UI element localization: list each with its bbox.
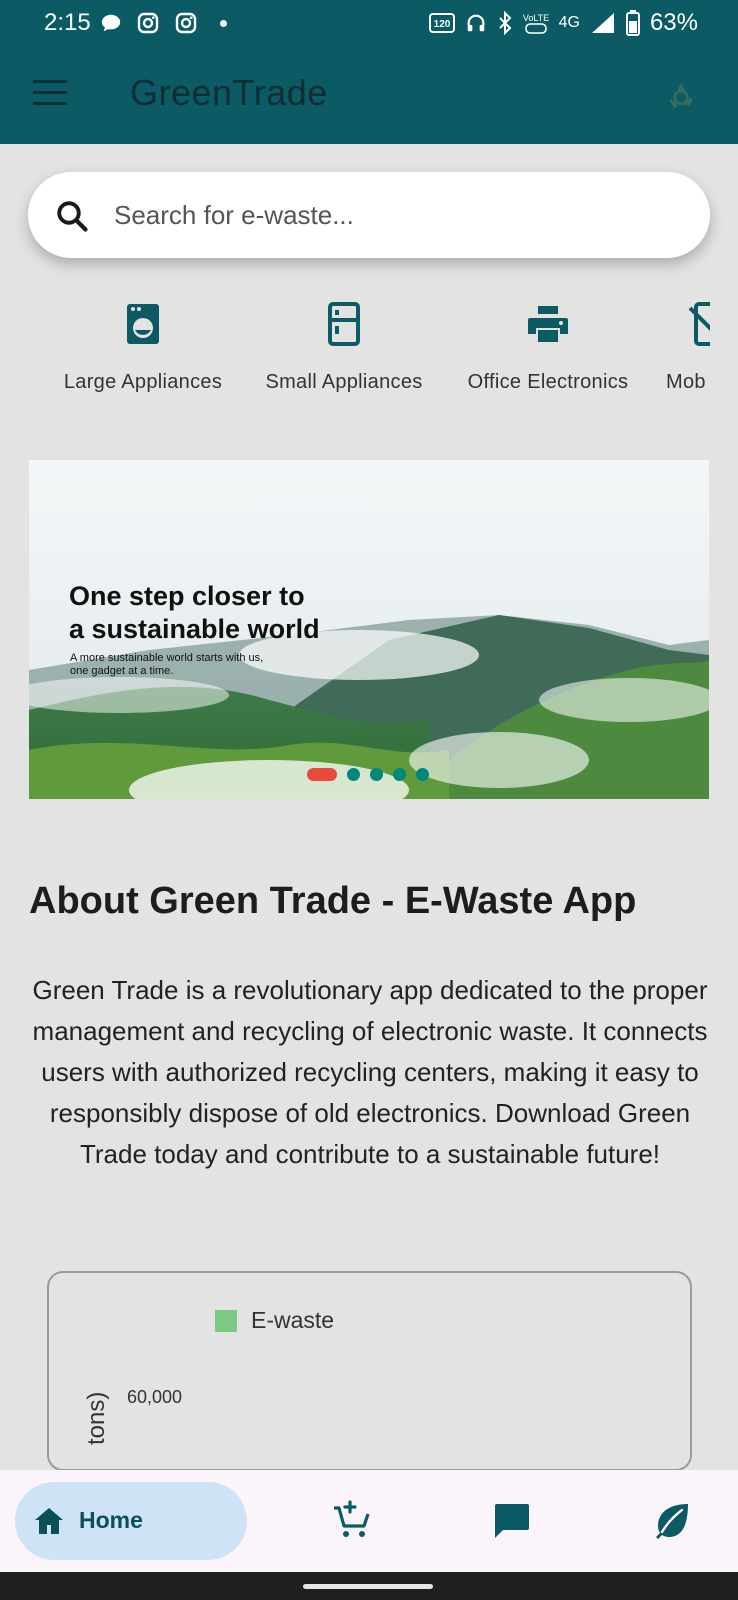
legend-label: E-waste	[251, 1307, 335, 1333]
banner-heading-line: One step closer to	[69, 581, 305, 611]
leaf-icon[interactable]	[650, 1498, 694, 1542]
banner-heading: One step closer to a sustainable world	[69, 580, 399, 646]
refresh-rate-icon: 120	[428, 13, 455, 33]
nav-home-label: Home	[79, 1507, 143, 1533]
instagram-icon	[137, 12, 159, 34]
battery-icon	[625, 10, 640, 36]
recycle-icon[interactable]	[664, 79, 698, 113]
nav-home[interactable]: Home	[15, 1482, 247, 1560]
banner-subtext-line: one gadget at a time.	[70, 665, 174, 677]
carousel-dot[interactable]	[347, 768, 360, 781]
about-description: Green Trade is a revolutionary app dedic…	[32, 975, 708, 1169]
bluetooth-icon	[498, 11, 512, 35]
gesture-area	[0, 1572, 738, 1600]
y-tick-label: 60,000	[127, 1387, 183, 1407]
search-input[interactable]	[114, 192, 674, 238]
carousel-dot-active[interactable]	[307, 768, 337, 781]
category-row: Large Appliances Small Appliances Office…	[0, 300, 710, 410]
dot-icon	[220, 19, 227, 27]
app-bar: GreenTrade	[0, 46, 738, 144]
legend-swatch	[215, 1310, 237, 1332]
carousel-indicator	[307, 768, 429, 781]
category-label: Large Appliances	[63, 371, 223, 393]
instagram-icon	[175, 12, 197, 34]
search-icon	[57, 201, 88, 232]
category-label: Small Appliances	[265, 371, 423, 393]
banner-subtext: A more sustainable world starts with us,…	[70, 652, 310, 678]
banner-heading-line: a sustainable world	[69, 614, 320, 644]
carousel-dot[interactable]	[416, 768, 429, 781]
svg-text:120: 120	[433, 19, 450, 30]
banner-subtext-line: A more sustainable world starts with us,	[70, 652, 264, 664]
mobile-off-icon	[688, 302, 710, 346]
category-office-electronics[interactable]: Office Electronics	[459, 300, 637, 394]
search-bar[interactable]	[28, 172, 710, 258]
volte-icon: VoLTE	[523, 13, 549, 34]
status-bar: 2:15 120 VoLTE 4G 63%	[0, 0, 738, 46]
headphones-icon	[467, 14, 485, 32]
promo-banner[interactable]: One step closer to a sustainable world A…	[29, 460, 709, 799]
category-mobile[interactable]: Mob	[666, 300, 710, 394]
home-icon	[35, 1508, 63, 1534]
chat-bubble-icon	[101, 14, 121, 32]
system-icons: 120 VoLTE 4G 63%	[428, 9, 698, 37]
category-small-appliances[interactable]: Small Appliances	[258, 300, 430, 394]
notification-icons	[100, 11, 227, 35]
gesture-handle[interactable]	[303, 1584, 433, 1589]
carousel-dot[interactable]	[370, 768, 383, 781]
battery-percent: 63%	[649, 9, 698, 36]
fridge-icon	[328, 302, 360, 346]
bottom-navigation: Home	[0, 1470, 738, 1572]
svg-text:VoLTE: VoLTE	[523, 13, 549, 23]
menu-icon[interactable]	[33, 80, 67, 106]
app-title: GreenTrade	[130, 72, 328, 113]
chat-icon[interactable]	[489, 1498, 533, 1542]
signal-icon	[591, 13, 614, 33]
category-large-appliances[interactable]: Large Appliances	[57, 300, 229, 394]
washing-machine-icon	[127, 304, 159, 344]
e-waste-chart-card: E-waste tons) 60,000	[47, 1271, 692, 1471]
network-type: 4G	[558, 14, 580, 31]
category-label: Mob	[666, 371, 706, 393]
printer-icon	[528, 306, 568, 342]
category-label: Office Electronics	[467, 371, 629, 393]
carousel-dot[interactable]	[393, 768, 406, 781]
y-axis-label: tons)	[83, 1391, 110, 1445]
add-to-cart-icon[interactable]	[330, 1498, 374, 1542]
status-time: 2:15	[44, 9, 91, 36]
about-title: About Green Trade - E-Waste App	[29, 880, 637, 922]
